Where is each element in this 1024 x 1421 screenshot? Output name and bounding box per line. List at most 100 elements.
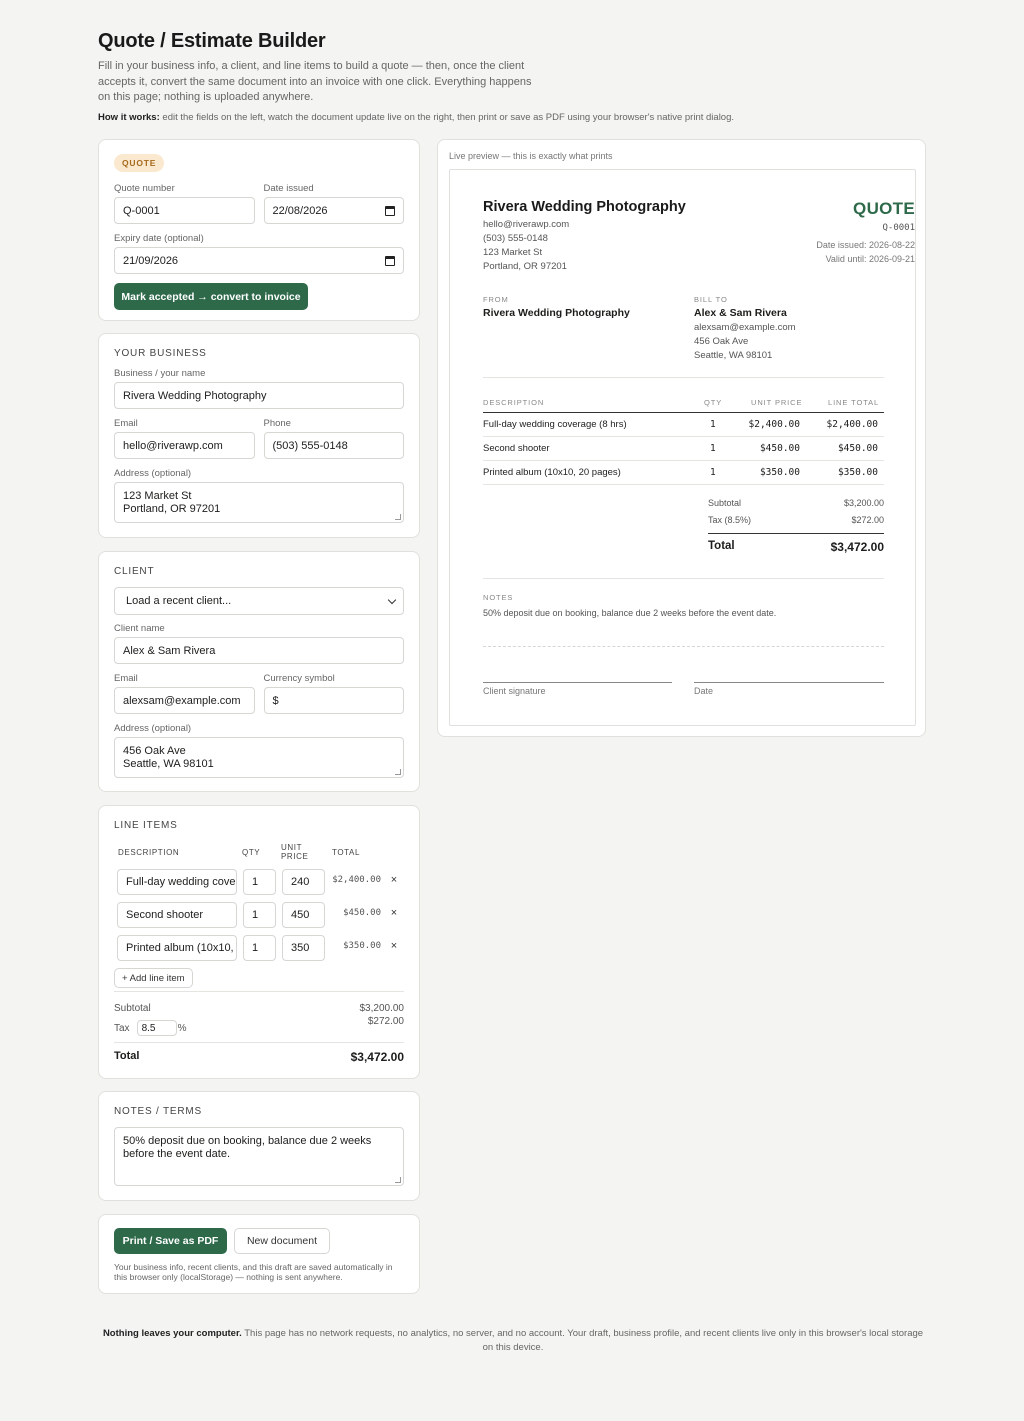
line-item-row: Printed album (10x10, 1 350 $350.00 × — [114, 931, 404, 964]
resize-handle-icon[interactable] — [395, 1177, 401, 1183]
client-name-value: Alex & Sam Rivera — [123, 644, 216, 657]
tax-percent-sign: % — [177, 1022, 187, 1034]
notes-card: NOTES / TERMS 50% deposit due on booking… — [98, 1091, 420, 1201]
business-email-label: Email — [114, 418, 138, 429]
col-description-header: DESCRIPTION — [118, 847, 180, 857]
preview-bill-to-address-line1: 456 Oak Ave — [694, 336, 749, 347]
preview-notes-text: 50% deposit due on booking, balance due … — [483, 608, 777, 618]
line-item-total: $450.00 — [343, 908, 381, 918]
print-save-pdf-button[interactable]: Print / Save as PDF — [114, 1228, 227, 1254]
client-address-textarea[interactable]: 456 Oak Ave Seattle, WA 98101 — [114, 737, 404, 778]
col-unit-price-header: UNIT PRICE — [281, 843, 309, 861]
tax-rate-input[interactable]: 8.5 — [136, 1020, 177, 1036]
line-item-unit-price-value: 350 — [291, 941, 310, 954]
preview-signature-label: Client signature — [483, 686, 546, 696]
line-item-description-input[interactable]: Printed album (10x10, — [117, 934, 237, 961]
line-item-qty-input[interactable]: 1 — [243, 901, 276, 928]
new-document-button[interactable]: New document — [234, 1228, 330, 1254]
calendar-icon[interactable] — [385, 255, 395, 266]
divider — [483, 460, 884, 461]
signature-line — [483, 682, 672, 683]
chevron-down-icon — [387, 595, 397, 604]
preview-notes-label: NOTES — [483, 593, 514, 602]
quote-card: QUOTE Quote number Q-0001 Date issued 22… — [98, 139, 420, 321]
client-address-label: Address (optional) — [114, 723, 192, 734]
resize-handle-icon[interactable] — [395, 514, 401, 520]
expiry-date-input[interactable]: 21/09/2026 — [114, 247, 404, 274]
preview-col-line-total: LINE TOTAL — [828, 398, 880, 407]
line-item-qty-value: 1 — [252, 941, 259, 954]
line-item-description-value: Second shooter — [126, 908, 204, 921]
currency-symbol-input[interactable]: $ — [263, 687, 404, 714]
quote-number-input[interactable]: Q-0001 — [114, 197, 255, 224]
preview-bill-to-label: BILL TO — [694, 295, 728, 304]
calendar-icon[interactable] — [385, 205, 395, 216]
preview-item-unit-price: $450.00 — [759, 443, 800, 454]
preview-total-label: Total — [708, 540, 735, 552]
total-label: Total — [114, 1050, 140, 1062]
preview-caption: Live preview — this is exactly what prin… — [449, 151, 613, 161]
preview-item-description: Second shooter — [483, 443, 550, 454]
notes-textarea[interactable]: 50% deposit due on booking, balance due … — [114, 1127, 404, 1186]
how-label: How it works: — [98, 111, 160, 123]
divider — [483, 484, 884, 485]
tax-value: $272.00 — [367, 1016, 404, 1027]
footer-bold: Nothing leaves your computer. — [102, 1328, 242, 1339]
preview-date-label: Date — [694, 686, 714, 696]
doc-type-badge: QUOTE — [114, 154, 165, 172]
preview-total-value: $3,472.00 — [830, 540, 884, 554]
line-item-description-input[interactable]: Full-day wedding cove — [117, 868, 237, 895]
line-item-unit-price-input[interactable]: 350 — [282, 934, 325, 961]
recent-client-select[interactable]: Load a recent client... — [114, 587, 404, 615]
client-name-input[interactable]: Alex & Sam Rivera — [114, 637, 404, 664]
preview-bill-to-name: Alex & Sam Rivera — [694, 307, 787, 319]
business-address-textarea[interactable]: 123 Market St Portland, OR 97201 — [114, 482, 404, 523]
line-item-row: Second shooter 1 450 $450.00 × — [114, 898, 404, 931]
resize-handle-icon[interactable] — [395, 769, 401, 775]
col-total-header: TOTAL — [332, 847, 361, 857]
preview-from-label: FROM — [483, 295, 509, 304]
business-name-label: Business / your name — [114, 368, 206, 379]
quote-number-label: Quote number — [114, 183, 175, 194]
preview-bill-to-email: alexsam@example.com — [694, 322, 796, 333]
footer-text: This page has no network requests, no an… — [241, 1328, 924, 1353]
preview-item-description: Printed album (10x10, 20 pages) — [483, 467, 621, 478]
date-issued-input[interactable]: 22/08/2026 — [263, 197, 404, 224]
preview-doc-type: QUOTE — [853, 199, 915, 218]
business-email-input[interactable]: hello@riverawp.com — [114, 432, 255, 459]
line-item-qty-input[interactable]: 1 — [243, 868, 276, 895]
preview-col-description: DESCRIPTION — [483, 398, 545, 407]
page-header: Quote / Estimate Builder Fill in your bu… — [98, 30, 928, 123]
business-name-input[interactable]: Rivera Wedding Photography — [114, 382, 404, 409]
preview-item-description: Full-day wedding coverage (8 hrs) — [483, 419, 627, 430]
client-card: CLIENT Load a recent client... Client na… — [98, 551, 420, 792]
line-item-unit-price-input[interactable]: 450 — [282, 901, 325, 928]
preview-item-qty: 1 — [710, 419, 716, 430]
remove-item-icon[interactable]: × — [387, 874, 401, 886]
line-item-qty-value: 1 — [252, 908, 259, 921]
date-line — [694, 682, 884, 683]
line-item-qty-input[interactable]: 1 — [243, 934, 276, 961]
business-section-title: YOUR BUSINESS — [114, 348, 207, 359]
line-item-row: Full-day wedding cove 1 240 $2,400.00 × — [114, 865, 404, 898]
notes-value: 50% deposit due on booking, balance due … — [123, 1135, 372, 1160]
add-line-item-button[interactable]: + Add line item — [114, 968, 193, 988]
how-text: edit the fields on the left, watch the d… — [159, 111, 735, 123]
client-email-input[interactable]: alexsam@example.com — [114, 687, 255, 714]
tax-rate-value: 8.5 — [141, 1022, 156, 1034]
client-email-value: alexsam@example.com — [123, 694, 241, 707]
line-item-unit-price-input[interactable]: 240 — [282, 868, 325, 895]
line-item-description-value: Printed album (10x10, — [126, 941, 234, 954]
line-item-description-input[interactable]: Second shooter — [117, 901, 237, 928]
business-phone-input[interactable]: (503) 555-0148 — [263, 432, 404, 459]
convert-to-invoice-button[interactable]: Mark accepted → convert to invoice — [114, 283, 308, 310]
line-item-unit-price-value: 450 — [291, 908, 310, 921]
remove-item-icon[interactable]: × — [387, 940, 401, 952]
subtotal-label: Subtotal — [114, 1003, 151, 1014]
remove-item-icon[interactable]: × — [387, 907, 401, 919]
preview-item-line-total: $350.00 — [837, 467, 878, 478]
preview-bill-to-address-line2: Seattle, WA 98101 — [694, 350, 773, 361]
expiry-date-value: 21/09/2026 — [123, 254, 179, 267]
line-item-unit-price-value: 240 — [291, 875, 310, 888]
line-item-total: $2,400.00 — [332, 875, 381, 885]
